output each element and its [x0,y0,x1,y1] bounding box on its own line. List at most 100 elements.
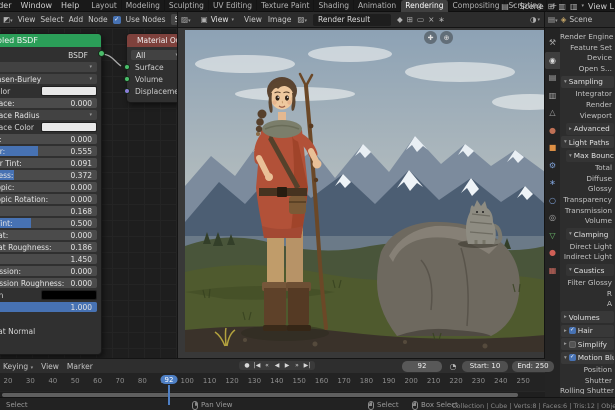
menu-help[interactable]: Help [61,1,79,10]
previous-keyframe-button[interactable]: « [263,362,271,369]
fake-user-button[interactable]: ◆ [397,15,403,24]
panel-light-paths[interactable]: ▾Light Paths [561,136,614,148]
prop-position[interactable]: Position [560,365,615,376]
panel-motion-blur[interactable]: ▾✓Motion Blur [561,352,614,364]
playhead[interactable]: 92 [161,375,178,384]
menu-view[interactable]: View [244,15,262,24]
menu-node[interactable]: Node [88,15,108,24]
workspace-tab-rendering[interactable]: Rendering [401,0,448,12]
prop-transmission[interactable]: Transmission [560,206,615,217]
panel-advanced[interactable]: ▸Advanced [566,123,614,135]
workspace-tab-uv-editing[interactable]: UV Editing [209,0,257,12]
prop-shutter[interactable]: Shutter [560,376,615,387]
tab-constraints[interactable]: ◎ [545,209,560,227]
tab-particles[interactable]: ∗ [545,174,560,192]
prop-viewport[interactable]: Viewport [560,111,615,122]
prop-device[interactable]: Device [560,53,615,64]
menu-window[interactable]: Window [20,1,52,10]
tab-object[interactable]: ■ [545,139,560,157]
timeline-ruler[interactable]: 92 2030405060708090100110120130140150160… [0,373,545,391]
copy-scene-icon[interactable]: ▥ [558,2,566,11]
prop-direct-light[interactable]: Direct Light [560,242,615,253]
tab-render[interactable]: ◉ [545,52,560,70]
prop-render-engine[interactable]: Render Engine [560,32,615,43]
image-datablock-field[interactable]: Render Result [313,14,391,26]
tab-material[interactable]: ● [545,244,560,262]
tab-scene[interactable]: △ [545,104,560,122]
editor-type-icon[interactable]: ▨▾ [181,15,191,24]
workspace-tab-compositing[interactable]: Compositing [449,0,505,12]
editor-type-icon[interactable]: ◩▾ [3,15,13,24]
play-reverse-button[interactable]: ◀ [273,362,281,369]
next-keyframe-button[interactable]: » [293,362,301,369]
workspace-tab-modeling[interactable]: Modeling [122,0,165,12]
play-button[interactable]: ▶ [283,362,291,369]
zoom-gizmo[interactable]: ⊕ [440,31,453,44]
editor-type-icon[interactable]: ▤▾ [548,15,558,24]
display-channels-dropdown[interactable]: ◑▾ [530,15,544,24]
panel-volumes[interactable]: ▸Volumes [561,311,614,323]
menu-view[interactable]: View [18,15,36,24]
prop-glossy[interactable]: Glossy [560,184,615,195]
panel-simplify[interactable]: ▸Simplify [561,338,614,350]
menu-view[interactable]: View [41,362,59,371]
tab-texture[interactable]: ▦ [545,262,560,280]
prop-feature-set[interactable]: Feature Set [560,43,615,54]
prop-filter-glossy[interactable]: Filter Glossy [560,278,615,289]
jump-to-end-button[interactable]: ▶| [303,362,311,369]
preview-range-icon[interactable]: ◔ [447,361,459,372]
prop-r[interactable]: R [560,289,615,300]
prop-render[interactable]: Render [560,100,615,111]
panel-max-bounces[interactable]: ▾Max Bounces [566,150,614,162]
panel-caustics[interactable]: ▾Caustics [566,264,614,276]
prop-volume[interactable]: Volume [560,216,615,227]
workspace-tab-animation[interactable]: Animation [354,0,401,12]
prop-transparency[interactable]: Transparency [560,195,615,206]
hair-checkbox[interactable]: ✓ [569,327,576,334]
workspace-tab-texture-paint[interactable]: Texture Paint [257,0,314,12]
tab-object-data[interactable]: ▽ [545,227,560,245]
prop-integrator[interactable]: Integrator [560,89,615,100]
prop-diffuse[interactable]: Diffuse [560,174,615,185]
use-nodes-checkbox[interactable]: ✓ [113,16,121,24]
current-frame-field[interactable]: 92 [402,361,442,372]
workspace-tab-layout[interactable]: Layout [87,0,122,12]
workspace-tab-shading[interactable]: Shading [314,0,353,12]
tab-modifiers[interactable]: ⚙ [545,157,560,175]
tab-tool[interactable]: ⚒ [545,34,560,52]
menu-select[interactable]: Select [40,15,63,24]
prop-total[interactable]: Total [560,163,615,174]
tab-view-layer[interactable]: ▥ [545,87,560,105]
scene-selector[interactable]: Scene [519,2,543,11]
tab-output[interactable]: ▤ [545,69,560,87]
prop-rolling-shutter[interactable]: Rolling Shutter [560,386,615,394]
prop-open-s[interactable]: Open S... [560,64,615,75]
workspace-tab-sculpting[interactable]: Sculpting [165,0,209,12]
record-button[interactable]: ● [243,362,251,369]
pan-gizmo[interactable]: ✚ [424,31,437,44]
view-layer-selector[interactable]: View L [588,2,614,11]
menu-marker[interactable]: Marker [67,362,93,371]
new-image-button[interactable]: ⊞ [407,15,413,24]
shader-editor-canvas[interactable]: Principled BSDF BSDFGGX▾Christensen-Burl… [0,28,178,358]
menu-add[interactable]: Add [69,15,84,24]
unlink-image-button[interactable]: × [428,15,434,24]
menu-image[interactable]: Image [268,15,292,24]
panel-clamping[interactable]: ▾Clamping [566,228,614,240]
pin-button[interactable]: ∗ [438,15,444,24]
panel-sampling[interactable]: ▾Sampling [561,76,614,88]
panel-hair[interactable]: ▸✓Hair [561,325,614,337]
new-scene-icon[interactable]: ⊞ [548,2,555,11]
mode-dropdown[interactable]: ▣View▾ [197,14,238,25]
image-editor-canvas[interactable]: ✚ ⊕ [178,28,545,358]
slot-selector[interactable]: Slot 1▾ ◐ [171,14,178,25]
motion-blur-checkbox[interactable]: ✓ [569,354,576,361]
tab-physics[interactable]: ○ [545,192,560,210]
prop-indirect-light[interactable]: Indirect Light [560,252,615,263]
tab-world[interactable]: ● [545,122,560,140]
open-image-button[interactable]: ▭ [417,15,424,24]
menu-render[interactable]: Render [0,1,11,10]
bsdf-output-socket[interactable] [98,50,105,57]
frame-end-field[interactable]: End: 250 [512,361,554,372]
frame-start-field[interactable]: Start: 10 [462,361,508,372]
